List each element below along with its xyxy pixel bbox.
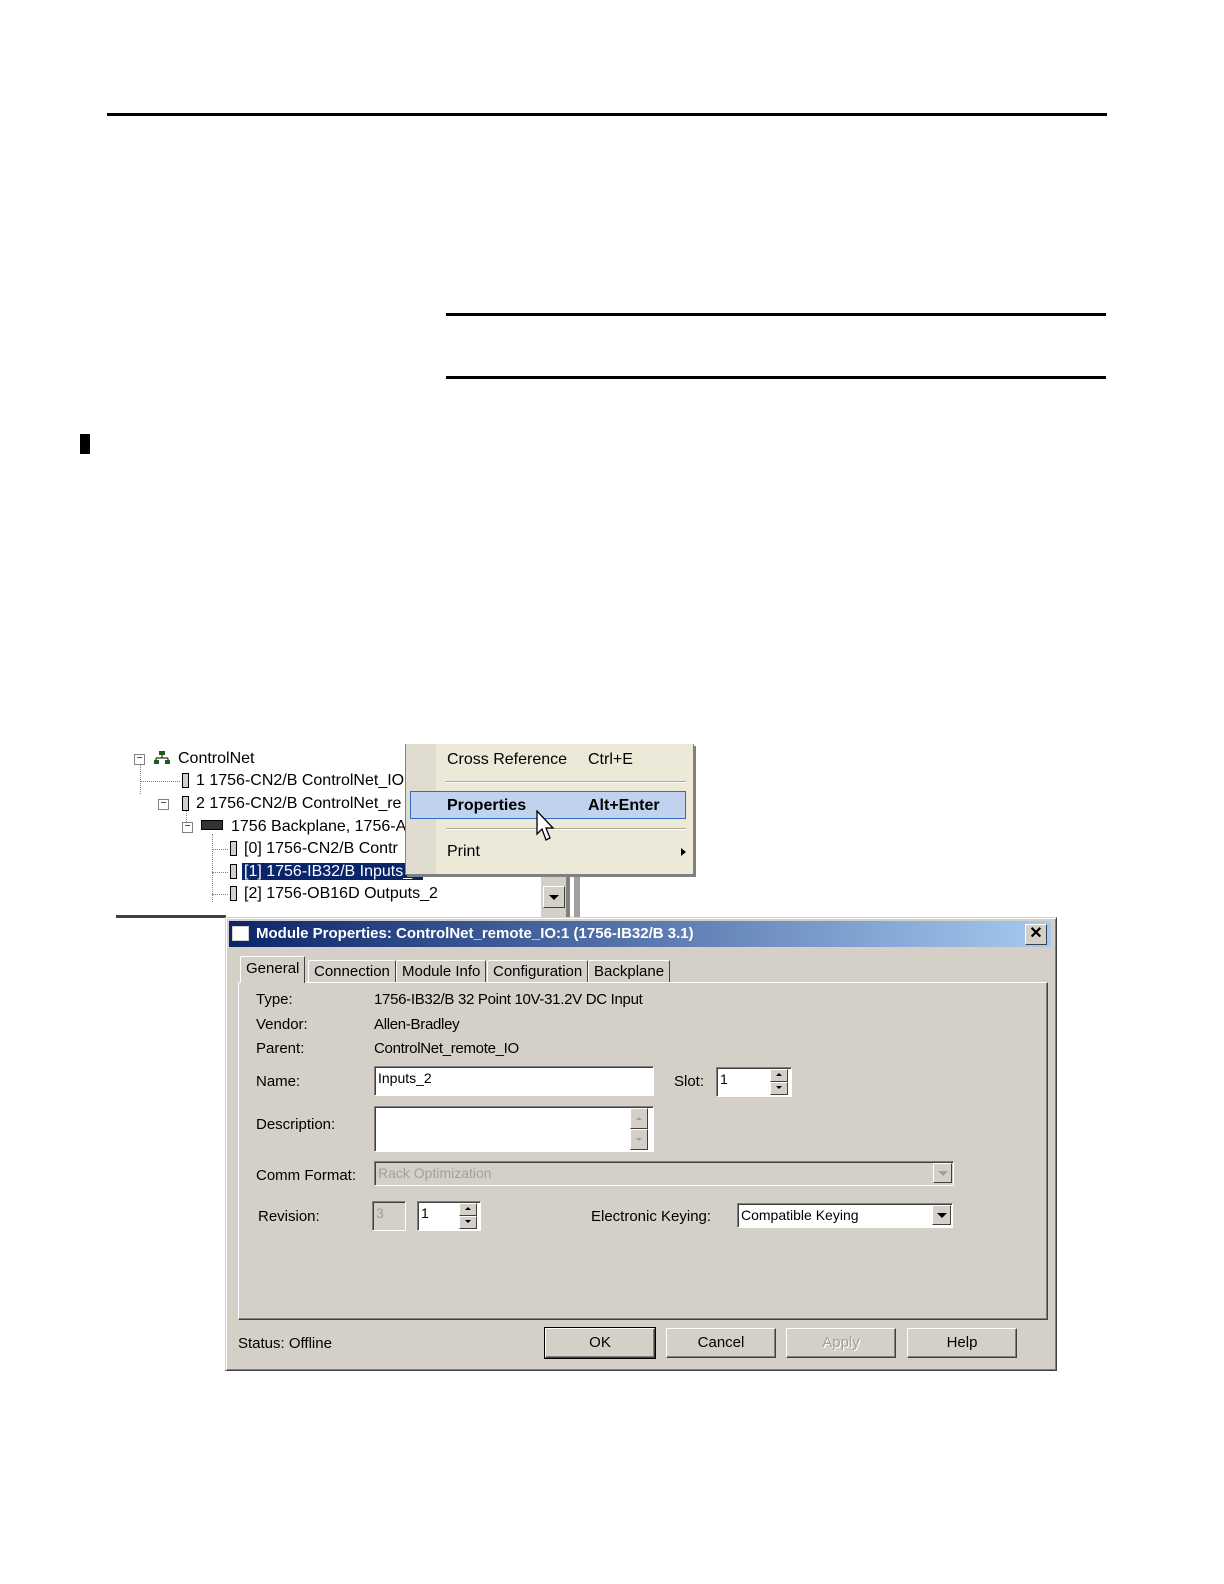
- module-icon: [182, 796, 189, 811]
- tab-module-info[interactable]: Module Info: [396, 960, 487, 983]
- parent-label: Parent:: [256, 1040, 305, 1057]
- tab-connection[interactable]: Connection: [308, 960, 396, 983]
- close-icon: ✕: [1029, 925, 1043, 942]
- vendor-value: Allen-Bradley: [374, 1016, 460, 1033]
- spin-down-icon: [776, 1086, 782, 1089]
- mouse-pointer-icon: [536, 810, 555, 841]
- tree-item-slot0[interactable]: [0] 1756-CN2/B Contr: [230, 838, 400, 860]
- revision-major-input: 3: [372, 1201, 406, 1231]
- window-icon: [232, 926, 249, 941]
- help-button[interactable]: Help: [907, 1328, 1017, 1358]
- backplane-icon: [201, 820, 223, 830]
- network-icon: [154, 751, 170, 764]
- description-scrollbar[interactable]: [630, 1108, 648, 1150]
- tree-item-backplane[interactable]: 1756 Backplane, 1756-A: [201, 816, 408, 838]
- slot-spinner[interactable]: [770, 1069, 788, 1095]
- collapse-cn2-remote-icon[interactable]: −: [158, 799, 169, 810]
- tab-backplane[interactable]: Backplane: [588, 960, 671, 983]
- revision-minor-spinner[interactable]: [459, 1203, 477, 1229]
- tree-item-cn2-remote[interactable]: 2 1756-CN2/B ControlNet_re: [182, 793, 403, 815]
- submenu-arrow-icon: [681, 848, 686, 856]
- module-icon: [230, 886, 237, 901]
- comm-format-value: Rack Optimization: [378, 1165, 492, 1181]
- collapse-backplane-icon[interactable]: −: [182, 822, 193, 833]
- apply-button[interactable]: Apply: [786, 1328, 896, 1358]
- close-button[interactable]: ✕: [1025, 924, 1047, 945]
- comm-format-dropdown-button[interactable]: [933, 1163, 952, 1183]
- spin-up-icon: [776, 1073, 782, 1076]
- dialog-titlebar[interactable]: Module Properties: ControlNet_remote_IO:…: [229, 921, 1051, 947]
- description-input[interactable]: [374, 1106, 654, 1152]
- tree-item-cn2-local[interactable]: 1 1756-CN2/B ControlNet_IO: [182, 770, 406, 792]
- menu-separator: [446, 828, 686, 830]
- scroll-down-icon: [636, 1138, 642, 1141]
- parent-value: ControlNet_remote_IO: [374, 1040, 519, 1057]
- chevron-down-icon: [549, 895, 559, 900]
- chevron-down-icon: [938, 1171, 948, 1176]
- vendor-label: Vendor:: [256, 1016, 308, 1033]
- slot-label: Slot:: [674, 1073, 705, 1090]
- type-label: Type:: [256, 991, 293, 1008]
- tree-item-slot2[interactable]: [2] 1756-OB16D Outputs_2: [230, 883, 440, 905]
- tree-item-slot1[interactable]: [1] 1756-IB32/B Inputs_2: [230, 861, 425, 883]
- change-bar: [80, 434, 90, 454]
- chevron-down-icon: [937, 1213, 947, 1218]
- note-top-rule: [446, 313, 1106, 316]
- spin-down-icon: [465, 1220, 471, 1223]
- menu-item-cross-reference[interactable]: Cross Reference Ctrl+E: [416, 746, 682, 774]
- tree-item-controlnet[interactable]: ControlNet: [154, 748, 256, 770]
- revision-label: Revision:: [258, 1208, 320, 1225]
- tab-general[interactable]: General: [240, 956, 306, 983]
- scroll-up-icon: [636, 1117, 642, 1120]
- ok-button[interactable]: OK: [544, 1327, 656, 1359]
- name-input[interactable]: Inputs_2: [374, 1066, 654, 1096]
- electronic-keying-dropdown-button[interactable]: [932, 1205, 951, 1225]
- note-bottom-rule: [446, 376, 1106, 379]
- electronic-keying-value: Compatible Keying: [741, 1207, 859, 1223]
- menu-separator: [446, 781, 686, 783]
- electronic-keying-label: Electronic Keying:: [591, 1208, 712, 1225]
- comm-format-select[interactable]: Rack Optimization: [374, 1161, 954, 1186]
- spin-up-icon: [465, 1207, 471, 1210]
- type-value: 1756-IB32/B 32 Point 10V-31.2V DC Input: [374, 991, 643, 1008]
- page-top-rule: [107, 113, 1107, 116]
- module-icon: [230, 841, 237, 856]
- name-label: Name:: [256, 1073, 301, 1090]
- tree-bottom-edge: [116, 915, 226, 918]
- tab-configuration[interactable]: Configuration: [487, 960, 589, 983]
- module-properties-dialog: Module Properties: ControlNet_remote_IO:…: [225, 917, 1057, 1371]
- module-icon: [182, 773, 189, 788]
- status-text: Status: Offline: [238, 1335, 332, 1352]
- collapse-controlnet-icon[interactable]: −: [134, 754, 145, 765]
- module-icon: [230, 864, 237, 879]
- comm-format-label: Comm Format:: [256, 1167, 357, 1184]
- description-label: Description:: [256, 1116, 336, 1133]
- electronic-keying-select[interactable]: Compatible Keying: [737, 1203, 953, 1228]
- cancel-button[interactable]: Cancel: [666, 1328, 776, 1358]
- scroll-down-button[interactable]: [543, 886, 565, 908]
